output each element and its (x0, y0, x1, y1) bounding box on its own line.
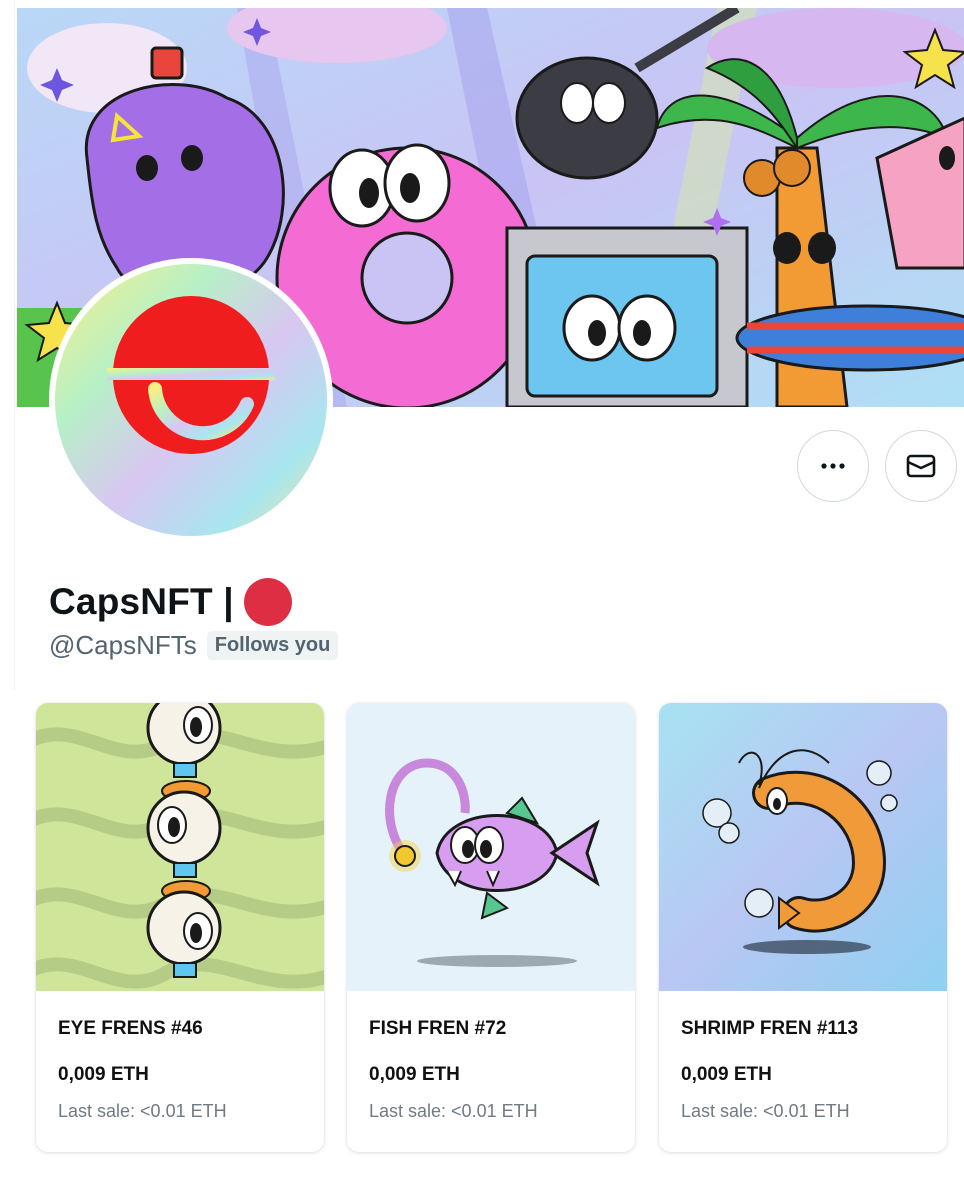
more-options-button[interactable] (797, 430, 869, 502)
display-name: CapsNFT | (49, 581, 234, 622)
nft-last-sale: Last sale: <0.01 ETH (681, 1101, 850, 1121)
nft-image-shrimp-fren (659, 703, 947, 991)
nft-last-sale: Last sale: <0.01 ETH (369, 1101, 538, 1121)
nft-title: SHRIMP FREN #113 (681, 1018, 859, 1039)
nft-price: 0,009 ETH (369, 1064, 460, 1085)
nft-title: EYE FRENS #46 (58, 1018, 203, 1039)
nft-last-sale: Last sale: <0.01 ETH (58, 1101, 227, 1121)
nft-price: 0,009 ETH (58, 1064, 149, 1085)
user-handle: @CapsNFTs (49, 630, 197, 660)
nft-image-eye-frens (36, 703, 324, 991)
profile-avatar[interactable] (49, 258, 333, 542)
more-horizontal-icon (821, 463, 845, 469)
nft-title: FISH FREN #72 (369, 1018, 507, 1039)
display-name-row: CapsNFT | (49, 578, 292, 626)
follows-you-badge: Follows you (206, 631, 339, 660)
nft-image-fish-fren (347, 703, 635, 991)
nft-price: 0,009 ETH (681, 1064, 772, 1085)
nft-card[interactable]: SHRIMP FREN #113 0,009 ETH Last sale: <0… (659, 703, 947, 1152)
envelope-icon (906, 454, 936, 478)
red-circle-emoji-icon (243, 578, 292, 626)
handle-row: @CapsNFTs Follows you (49, 630, 339, 661)
caps-logo-icon (55, 264, 327, 536)
message-button[interactable] (885, 430, 957, 502)
nft-card[interactable]: FISH FREN #72 0,009 ETH Last sale: <0.01… (347, 703, 635, 1152)
profile-header: CapsNFT | @CapsNFTs Follows you (14, 0, 964, 690)
nft-card[interactable]: EYE FRENS #46 0,009 ETH Last sale: <0.01… (36, 703, 324, 1152)
